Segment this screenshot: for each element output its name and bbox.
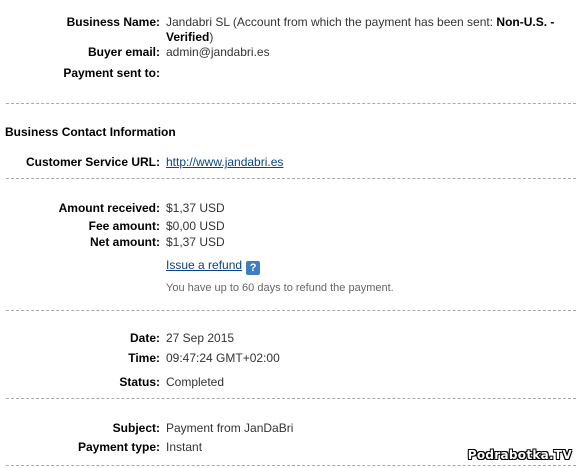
fee-amount-value: $0,00 USD: [166, 219, 225, 233]
date-value: 27 Sep 2015: [166, 331, 235, 345]
subject-label: Subject:: [112, 421, 160, 435]
buyer-email-row: Buyer email: admin@jandabri.es: [0, 45, 576, 63]
amount-received-row: Amount received: $1,37 USD: [0, 201, 576, 219]
customer-service-link[interactable]: http://www.jandabri.es: [166, 155, 283, 169]
divider: [6, 310, 576, 311]
customer-service-label: Customer Service URL:: [25, 155, 160, 169]
time-row: Time: 09:47:24 GMT+02:00: [0, 351, 576, 369]
refund-row: Issue a refund?: [0, 258, 576, 276]
account-status-text: Verified: [166, 30, 210, 44]
buyer-email-value: admin@jandabri.es: [166, 45, 270, 59]
divider: [6, 398, 576, 399]
account-status-close: ): [209, 30, 214, 44]
account-status-line: Verified): [166, 30, 213, 44]
divider: [6, 178, 576, 179]
subject-row: Subject: Payment from JanDaBri: [0, 421, 576, 439]
account-status: Non-U.S. -: [496, 15, 555, 29]
subject-value: Payment from JanDaBri: [166, 421, 294, 435]
net-amount-value: $1,37 USD: [166, 235, 225, 249]
time-value: 09:47:24 GMT+02:00: [166, 351, 280, 365]
business-name-label: Business Name:: [66, 15, 160, 29]
buyer-email-label: Buyer email:: [87, 45, 160, 59]
net-amount-label: Net amount:: [90, 235, 160, 249]
payment-sent-to-label: Payment sent to:: [63, 66, 160, 80]
watermark: Podrabotka.TV: [467, 448, 572, 462]
time-label: Time:: [128, 351, 160, 365]
section-title-contact: Business Contact Information: [5, 125, 176, 139]
issue-refund-link[interactable]: Issue a refund: [166, 258, 242, 272]
divider: [6, 465, 576, 466]
date-row: Date: 27 Sep 2015: [0, 331, 576, 349]
payment-type-value: Instant: [166, 440, 203, 454]
help-icon[interactable]: ?: [246, 261, 261, 275]
amount-received-value: $1,37 USD: [166, 201, 225, 215]
business-name-value: Jandabri SL (Account from which the paym…: [166, 15, 555, 29]
customer-service-row: Customer Service URL: http://www.jandabr…: [0, 155, 576, 173]
payment-sent-to-row: Payment sent to:: [0, 66, 576, 84]
divider: [6, 103, 576, 104]
date-label: Date:: [129, 331, 160, 345]
fee-amount-label: Fee amount:: [88, 219, 160, 233]
refund-note: You have up to 60 days to refund the pay…: [166, 282, 394, 294]
amount-received-label: Amount received:: [58, 201, 160, 215]
payment-type-label: Payment type:: [77, 440, 160, 454]
net-amount-row: Net amount: $1,37 USD: [0, 235, 576, 253]
status-label: Status:: [119, 375, 160, 389]
status-row: Status: Completed: [0, 375, 576, 393]
status-value: Completed: [166, 375, 225, 389]
